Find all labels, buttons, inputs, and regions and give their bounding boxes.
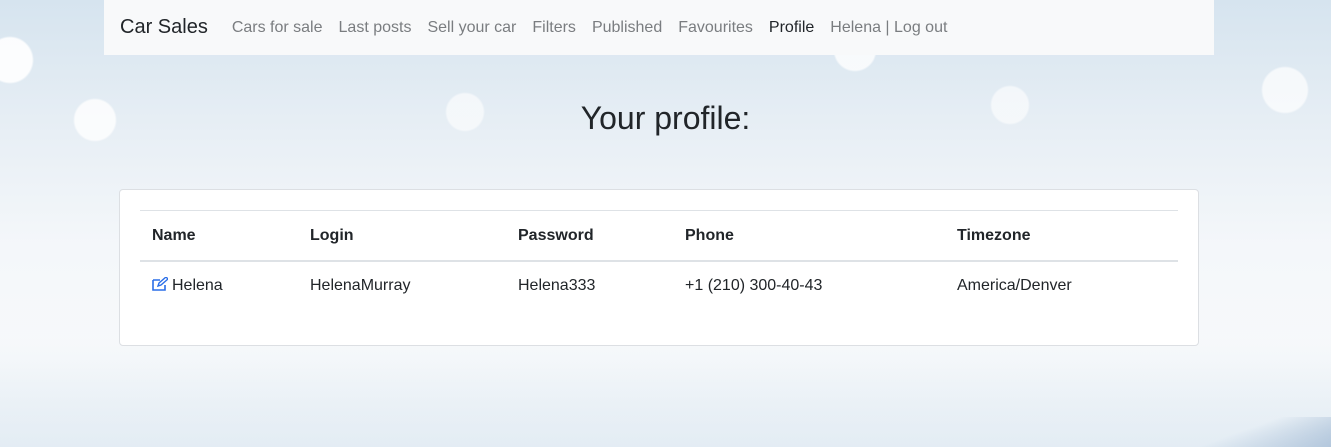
header-login: Login xyxy=(310,227,354,245)
nav-filters[interactable]: Filters xyxy=(524,0,584,55)
nav-last-posts[interactable]: Last posts xyxy=(331,0,420,55)
profile-phone: +1 (210) 300-40-43 xyxy=(685,277,823,294)
nav-published[interactable]: Published xyxy=(584,0,670,55)
header-password: Password xyxy=(518,227,594,245)
profile-card: Name Login Password Phone Timezone Helen… xyxy=(119,189,1199,346)
header-name: Name xyxy=(152,227,196,245)
cell-name: Helena xyxy=(140,261,298,311)
table-row: Helena HelenaMurray Helena333 +1 (210) 3… xyxy=(140,261,1178,311)
page-title: Your profile: xyxy=(580,100,751,136)
table-header-row: Name Login Password Phone Timezone xyxy=(140,210,1178,261)
brand-link[interactable]: Car Sales xyxy=(120,0,208,55)
header-phone: Phone xyxy=(685,227,734,245)
header-timezone: Timezone xyxy=(957,227,1031,245)
profile-name: Helena xyxy=(172,277,223,294)
profile-login: HelenaMurray xyxy=(310,277,411,294)
top-navbar: Car Sales Cars for sale Last posts Sell … xyxy=(104,0,1214,55)
nav-cars-for-sale[interactable]: Cars for sale xyxy=(224,0,331,55)
profile-timezone: America/Denver xyxy=(957,277,1072,294)
nav-sell-your-car[interactable]: Sell your car xyxy=(419,0,524,55)
profile-table: Name Login Password Phone Timezone Helen… xyxy=(140,210,1178,311)
edit-icon[interactable] xyxy=(152,277,168,291)
nav-favourites[interactable]: Favourites xyxy=(670,0,761,55)
nav-user-logout[interactable]: Helena | Log out xyxy=(822,0,955,55)
nav-profile[interactable]: Profile xyxy=(761,0,822,55)
profile-password: Helena333 xyxy=(518,277,596,294)
